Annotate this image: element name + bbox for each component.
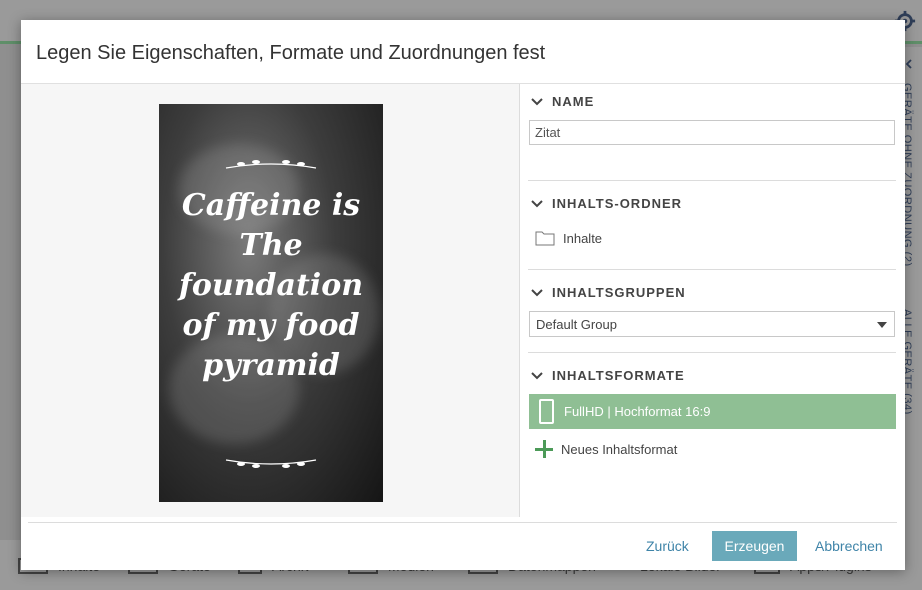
content-preview-image: Caffeine is The foundation of my food py… — [159, 104, 383, 502]
section-divider — [528, 352, 896, 353]
section-divider — [528, 269, 896, 270]
laurel-top-icon — [225, 160, 317, 169]
chevron-left-icon[interactable] — [904, 59, 914, 69]
dialog-title: Legen Sie Eigenschaften, Formate und Zuo… — [36, 42, 546, 64]
back-button[interactable]: Zurück — [646, 538, 689, 554]
footer-divider — [28, 522, 897, 523]
content-group-select[interactable]: Default Group — [529, 311, 895, 337]
section-header-formats[interactable]: INHALTSFORMATE — [530, 368, 685, 383]
chevron-down-icon — [531, 288, 543, 296]
quote-text: Caffeine is The foundation of my food py… — [178, 188, 364, 383]
section-divider — [528, 180, 896, 181]
properties-dialog: Legen Sie Eigenschaften, Formate und Zuo… — [21, 20, 905, 570]
folder-item-inhalte[interactable]: Inhalte — [535, 230, 602, 246]
section-header-groups[interactable]: INHALTSGRUPPEN — [530, 285, 686, 300]
section-header-folder[interactable]: INHALTS-ORDNER — [530, 196, 682, 211]
chevron-down-icon — [531, 97, 543, 105]
section-header-name[interactable]: NAME — [530, 94, 594, 109]
properties-pane: NAME INHALTS-ORDNER Inhalte INHALTSGRUPP… — [528, 84, 896, 517]
name-input[interactable] — [529, 120, 895, 145]
chevron-down-icon — [531, 199, 543, 207]
laurel-bottom-icon — [225, 459, 317, 468]
format-item-fullhd[interactable]: FullHD | Hochformat 16:9 — [529, 394, 896, 429]
folder-icon — [535, 231, 555, 246]
create-button[interactable]: Erzeugen — [712, 531, 797, 561]
caret-down-icon — [877, 322, 887, 328]
chevron-down-icon — [531, 371, 543, 379]
cancel-button[interactable]: Abbrechen — [815, 538, 883, 554]
preview-pane: Caffeine is The foundation of my food py… — [21, 84, 520, 517]
add-format-button[interactable]: Neues Inhaltsformat — [535, 440, 677, 458]
portrait-device-icon — [539, 399, 554, 424]
plus-icon — [535, 440, 553, 458]
